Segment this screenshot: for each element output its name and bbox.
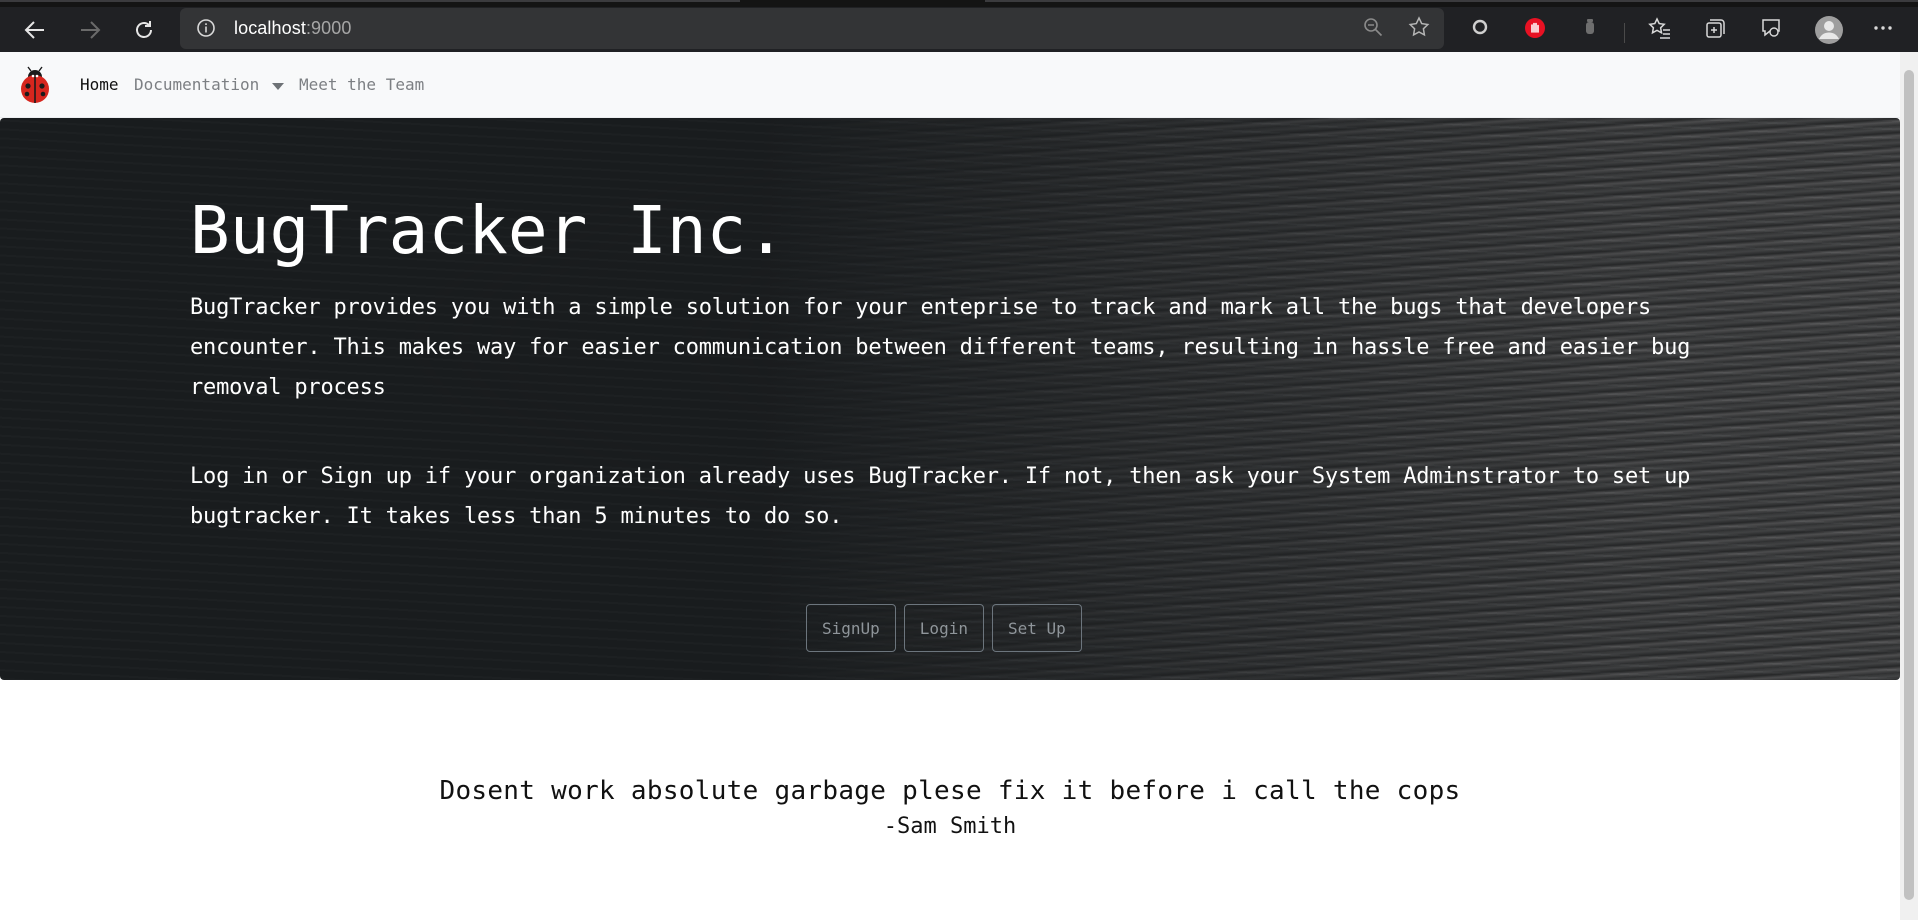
login-button[interactable]: Login xyxy=(903,604,984,652)
hero-description: BugTracker provides you with a simple so… xyxy=(190,295,1691,400)
vertical-scrollbar[interactable] xyxy=(1900,52,1918,920)
browser-toolbar: localhost:9000 xyxy=(0,0,1918,52)
testimonial: Dosent work absolute garbage plese fix i… xyxy=(0,776,1900,839)
info-icon[interactable] xyxy=(196,18,216,42)
web-page: Home Documentation Meet the Team BugTrac… xyxy=(0,52,1900,920)
feedback-icon[interactable] xyxy=(1760,17,1782,43)
extension-circle-icon[interactable] xyxy=(1470,17,1490,41)
collections-icon[interactable] xyxy=(1704,17,1726,43)
arrow-right-icon xyxy=(81,20,101,39)
scrollbar-thumb[interactable] xyxy=(1904,70,1914,900)
profile-avatar-icon[interactable] xyxy=(1814,15,1844,49)
hero-button-group: SignUp Login Set Up xyxy=(806,604,1082,652)
signup-button[interactable]: SignUp xyxy=(806,604,896,652)
forward-button[interactable] xyxy=(70,7,110,52)
favorite-star-icon[interactable] xyxy=(1408,16,1430,42)
caret-down-icon[interactable] xyxy=(272,83,284,90)
reload-button[interactable] xyxy=(124,7,164,52)
arrow-left-icon xyxy=(24,20,44,39)
nav-documentation-dropdown[interactable]: Documentation xyxy=(134,75,259,94)
back-button[interactable] xyxy=(15,7,55,52)
testimonial-quote: Dosent work absolute garbage plese fix i… xyxy=(439,776,1461,806)
hero-jumbotron: BugTracker Inc. BugTracker provides you … xyxy=(0,118,1900,680)
testimonial-author: -Sam Smith xyxy=(883,814,1017,839)
tab-strip-edge xyxy=(0,0,740,2)
tab-strip-edge xyxy=(985,0,1918,2)
ladybug-logo-icon[interactable] xyxy=(14,64,56,106)
more-menu-icon[interactable] xyxy=(1872,17,1894,43)
extension-bottle-icon[interactable] xyxy=(1580,17,1600,41)
toolbar-separator xyxy=(1624,23,1625,43)
zoom-icon[interactable] xyxy=(1362,16,1384,42)
address-bar[interactable]: localhost:9000 xyxy=(180,8,1444,49)
nav-meet-the-team-link[interactable]: Meet the Team xyxy=(299,75,424,94)
hero-title: BugTracker Inc. xyxy=(190,192,787,269)
nav-home-link[interactable]: Home xyxy=(80,75,119,94)
adblock-hand-icon[interactable] xyxy=(1524,17,1546,43)
site-navbar: Home Documentation Meet the Team xyxy=(0,52,1900,118)
url-text[interactable]: localhost:9000 xyxy=(234,18,352,39)
setup-button[interactable]: Set Up xyxy=(991,604,1082,652)
reload-icon xyxy=(136,20,152,38)
hero-login-info: Log in or Sign up if your organization a… xyxy=(190,464,1691,529)
favorites-icon[interactable] xyxy=(1648,17,1672,43)
